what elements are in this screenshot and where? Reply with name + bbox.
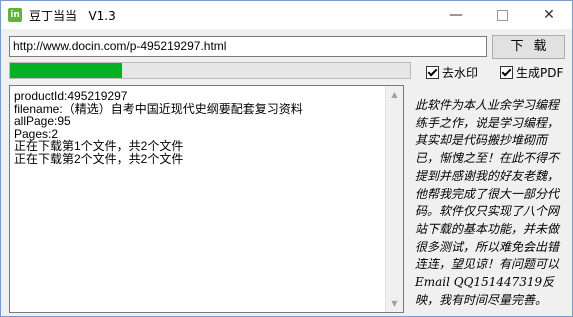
close-button[interactable]: ✕ <box>526 1 572 29</box>
scroll-up-icon[interactable]: ▲ <box>386 86 403 103</box>
minimize-icon: — <box>449 7 463 23</box>
title-bar[interactable]: in 豆丁当当 V1.3 — ✕ <box>1 1 572 29</box>
maximize-icon <box>496 9 508 21</box>
app-icon: in <box>8 8 22 22</box>
vertical-scrollbar[interactable]: ▲ ▼ <box>385 86 403 312</box>
window-title: 豆丁当当 V1.3 <box>29 9 116 23</box>
checkbox-checked-icon <box>426 65 439 79</box>
remove-watermark-checkbox[interactable]: 去水印 <box>426 65 479 80</box>
generate-pdf-label: 生成PDF <box>516 65 564 80</box>
app-window: in 豆丁当当 V1.3 — ✕ http://www.docin.com/p-… <box>0 0 573 317</box>
download-progress-bar <box>9 62 411 79</box>
log-line: 正在下载第2个文件，共2个文件 <box>14 151 184 166</box>
scroll-down-icon[interactable]: ▼ <box>386 295 403 312</box>
log-textarea[interactable]: productId:495219297 filename:（精选）自考中国近现代… <box>9 85 404 313</box>
close-icon: ✕ <box>543 7 555 23</box>
download-button[interactable]: 下载 <box>492 35 565 59</box>
checkbox-checked-icon <box>500 65 513 79</box>
about-note: 此软件为本人业余学习编程练手之作，说是学习编程，其实却是代码搬抄堆砌而已，惭愧之… <box>415 98 560 307</box>
maximize-button[interactable] <box>479 1 525 29</box>
progress-fill <box>10 63 122 78</box>
minimize-button[interactable]: — <box>433 1 479 29</box>
log-line: allPage:95 <box>14 114 71 129</box>
url-input[interactable]: http://www.docin.com/p-495219297.html <box>9 36 487 57</box>
remove-watermark-label: 去水印 <box>442 65 479 80</box>
log-line: productId:495219297 <box>14 89 128 103</box>
generate-pdf-checkbox[interactable]: 生成PDF <box>500 65 564 80</box>
